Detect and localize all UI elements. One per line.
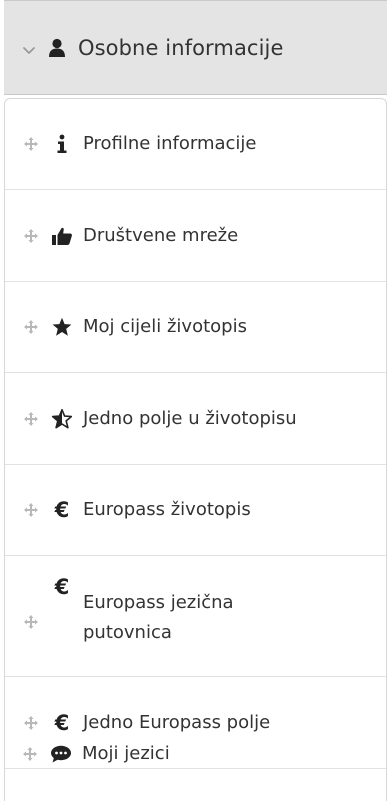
list-item-my-languages-row[interactable]: Moji jezici	[4, 719, 385, 789]
section-header[interactable]: Osobne informacije	[4, 0, 387, 95]
item-label: Jedno polje u životopisu	[83, 407, 297, 429]
drag-handle-icon[interactable]	[23, 319, 39, 335]
list-item-full-cv[interactable]: Moj cijeli životopis	[5, 282, 386, 373]
list-item-profile-info[interactable]: Profilne informacije	[5, 99, 386, 190]
list-item-europass-language-passport[interactable]: € Europass jezična putovnica	[5, 556, 386, 677]
euro-icon: €	[54, 498, 70, 522]
item-label: Europass životopis	[83, 499, 251, 520]
item-label: Europass jezična putovnica	[83, 592, 234, 643]
speech-bubble-icon	[50, 743, 72, 765]
list-item-single-cv-field[interactable]: Jedno polje u životopisu	[5, 373, 386, 465]
drag-handle-icon[interactable]	[23, 228, 39, 244]
euro-icon: €	[54, 575, 70, 599]
drag-handle-icon[interactable]	[23, 411, 39, 427]
item-label: Profilne informacije	[83, 133, 257, 154]
list-item-social-networks[interactable]: Društvene mreže	[5, 190, 386, 282]
chevron-down-icon[interactable]	[20, 42, 38, 60]
items-list: Profilne informacije Društvene mreže Moj…	[4, 98, 387, 801]
user-icon	[46, 37, 68, 59]
thumbs-up-icon	[51, 225, 73, 247]
drag-handle-icon[interactable]	[22, 746, 38, 762]
half-star-icon	[51, 408, 73, 430]
drag-handle-icon[interactable]	[23, 614, 39, 630]
item-label: Društvene mreže	[83, 224, 239, 246]
item-label: Moji jezici	[82, 743, 170, 764]
drag-handle-icon[interactable]	[23, 136, 39, 152]
item-label: Moj cijeli životopis	[83, 316, 247, 337]
drag-handle-icon[interactable]	[23, 502, 39, 518]
info-icon	[51, 133, 73, 155]
section-title: Osobne informacije	[78, 35, 284, 60]
personal-info-menu: Osobne informacije Profilne informacije …	[0, 0, 391, 801]
list-item-europass-cv[interactable]: € Europass životopis	[5, 465, 386, 556]
star-icon	[51, 316, 73, 338]
